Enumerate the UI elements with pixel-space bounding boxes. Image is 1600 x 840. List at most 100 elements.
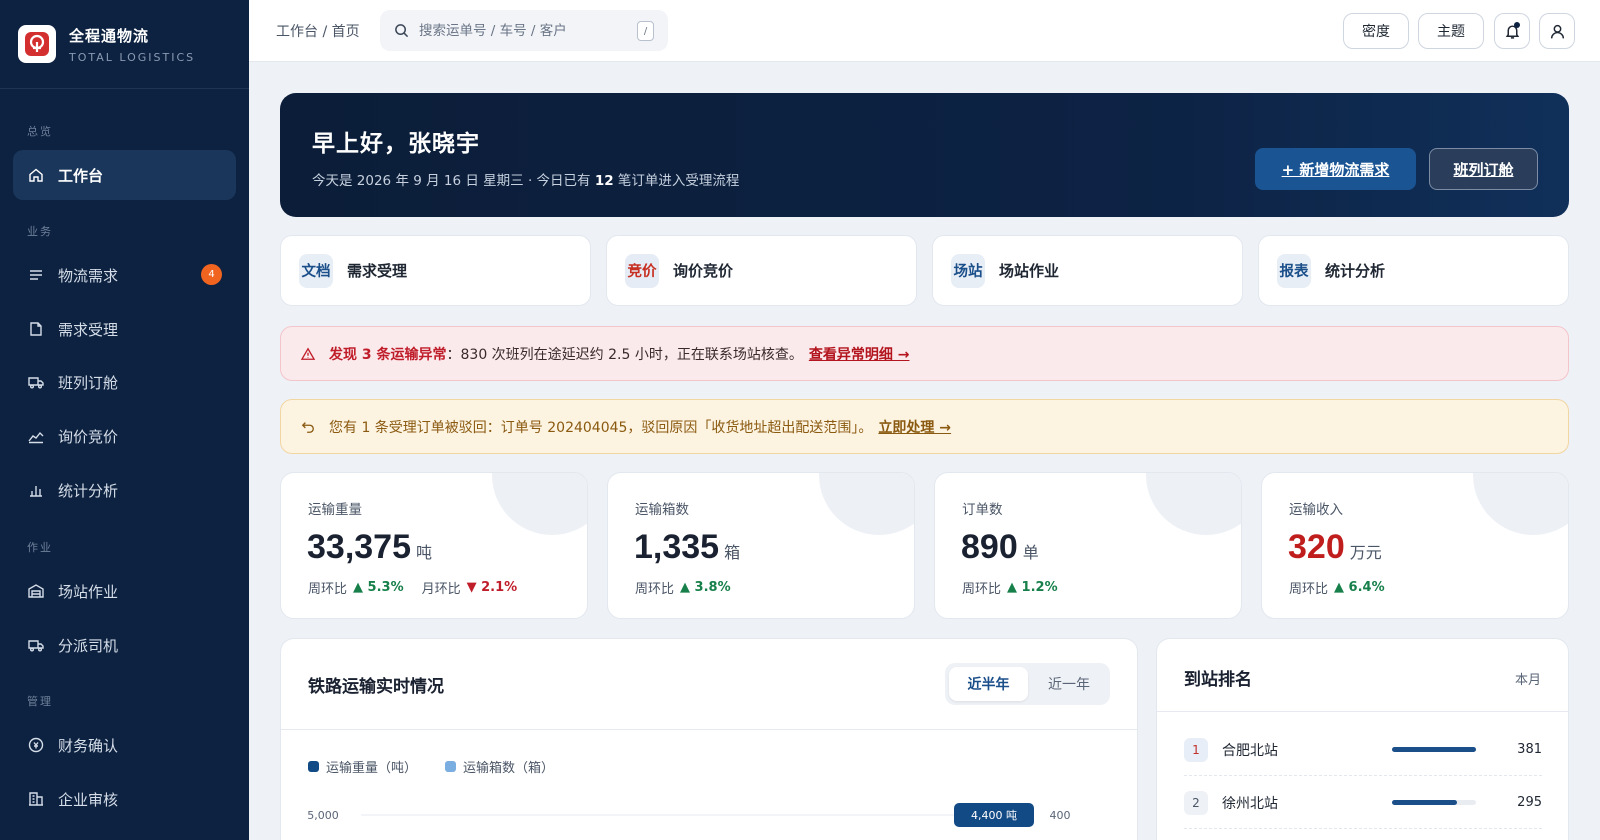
sidebar-item-workbench[interactable]: 工作台 [13,150,236,200]
sidebar-item-label: 分派司机 [58,636,119,655]
add-logistics-demand-button[interactable]: + 新增物流需求 [1255,148,1416,190]
rail-transport-chart-panel: 铁路运输实时情况 近半年 近一年 运输重量（吨） 运输箱数（箱） 5,000 4… [280,638,1138,840]
quick-link-tag: 场站 [951,253,985,288]
handle-now-link[interactable]: 立即处理 → [878,417,951,437]
time-range-switch: 近半年 近一年 [945,663,1110,705]
notification-dot [1514,22,1520,28]
trend-up-value: ▲ 3.8% [680,580,731,595]
sidebar-item-train-booking[interactable]: 班列订舱 [13,357,236,407]
stat-unit: 箱 [724,543,741,562]
station-value: 381 [1517,742,1542,757]
stat-trend: 周环比 ▲ 3.8% [635,580,731,597]
search-icon [395,24,409,38]
trend-up-value: ▲ 1.2% [1007,580,1058,595]
station-ranking-panel: 到站排名 本月 1 合肥北站 381 2 徐州北站 295 [1156,638,1569,840]
sidebar-item-statistics[interactable]: 统计分析 [13,465,236,515]
sidebar-item-label: 询价竞价 [58,427,119,446]
document-icon [30,322,42,336]
sidebar-item-label: 物流需求 [58,266,119,285]
density-button[interactable]: 密度 [1343,13,1409,49]
sidebar-item-label: 工作台 [58,166,104,185]
rank-number: 2 [1184,790,1208,815]
brand[interactable]: 全程通物流 TOTAL LOGISTICS [0,0,249,89]
stat-value: 890 [961,528,1018,566]
truck-icon [28,377,44,389]
sidebar-item-dispatch-driver[interactable]: 分派司机 [13,620,236,670]
quick-link-tag: 竞价 [625,253,659,288]
search-box[interactable]: / [380,10,668,51]
building-icon [29,792,43,806]
coin-icon [28,737,44,753]
alert-message: ：830 次班列在途延迟约 2.5 小时，正在联系场站核查。 [446,346,803,363]
tab-one-year[interactable]: 近一年 [1031,667,1107,701]
quick-link-label: 统计分析 [1325,262,1386,280]
count-badge: 4 [201,264,222,285]
decorative-circle [819,473,914,535]
legend-item-boxes[interactable]: 运输箱数（箱） [445,757,554,776]
stat-trend: 周环比 ▲ 6.4% [1289,580,1385,597]
ranking-period[interactable]: 本月 [1515,669,1541,688]
brand-logo-icon [18,25,56,63]
tab-half-year[interactable]: 近半年 [949,667,1028,701]
welcome-banner: 早上好，张晓宇 今天是 2026 年 9 月 16 日 星期三 · 今日已有 1… [280,93,1569,217]
rank-bar-fill [1392,800,1458,805]
chart-tooltip-label: 4,400 吨 [971,809,1017,822]
user-profile-button[interactable] [1539,13,1575,49]
sidebar-item-label: 班列订舱 [58,373,119,392]
sidebar-item-logistics-demand[interactable]: 物流需求 4 [13,250,236,300]
theme-button[interactable]: 主题 [1418,13,1484,49]
legend-swatch [445,761,457,772]
return-arrow-icon [301,421,314,433]
sidebar-item-finance-confirm[interactable]: 财务确认 [13,720,236,770]
stat-card-order-count[interactable]: 订单数 890 单 周环比 ▲ 1.2% [934,472,1242,619]
trend-icon [28,431,44,444]
quick-link-station-ops[interactable]: 场站 场站作业 [932,235,1243,306]
stat-label: 订单数 [962,502,1003,518]
list-icon [30,270,42,280]
divider [281,729,1137,730]
nav-section-business: 业务 [27,225,53,238]
rank-bar-track [1392,800,1476,805]
quick-link-label: 场站作业 [999,262,1060,280]
quick-link-quote-bidding[interactable]: 竞价 询价竞价 [606,235,917,306]
quick-link-statistics[interactable]: 报表 统计分析 [1258,235,1569,306]
quick-link-demand-accept[interactable]: 文档 需求受理 [280,235,591,306]
greeting-title: 早上好，张晓宇 [312,131,480,157]
stat-card-transport-revenue[interactable]: 运输收入 320 万元 周环比 ▲ 6.4% [1261,472,1569,619]
station-name: 徐州北站 [1222,795,1278,812]
trend-up-value: ▲ 6.4% [1334,580,1385,595]
train-booking-button[interactable]: 班列订舱 [1429,148,1538,190]
sidebar-item-label: 场站作业 [58,582,119,601]
y-left-tick-label: 5,000 [307,809,339,822]
stat-unit: 吨 [416,543,433,562]
stat-label: 运输箱数 [635,502,689,518]
stat-trend: 周环比 ▲ 1.2% [962,580,1058,597]
order-rejected-alert: 您有 1 条受理订单被驳回：订单号 202404045，驳回原因「收货地址超出配… [280,399,1569,454]
decorative-circle [492,473,587,535]
delivery-truck-icon [28,640,44,652]
legend-swatch [308,761,319,772]
stat-card-transport-weight[interactable]: 运输重量 33,375 吨 周环比 ▲ 5.3% 月环比 ▼ 2.1% [280,472,588,619]
rank-number: 1 [1184,737,1208,762]
decorative-circle [1473,473,1568,535]
view-exception-details-link[interactable]: 查看异常明细 → [809,344,910,364]
stat-card-transport-boxes[interactable]: 运输箱数 1,335 箱 周环比 ▲ 3.8% [607,472,915,619]
station-value: 295 [1517,795,1542,810]
quick-link-tag: 文档 [299,253,333,288]
alert-headline: 发现 3 条运输异常 [329,346,447,363]
stat-value: 320 [1288,528,1345,566]
warning-icon [301,346,315,360]
search-input[interactable] [419,22,629,39]
sidebar-item-label: 统计分析 [58,481,119,500]
stat-unit: 万元 [1349,543,1382,562]
notification-button[interactable] [1494,13,1530,49]
breadcrumb[interactable]: 工作台 / 首页 [276,21,360,41]
ranking-row[interactable]: 2 徐州北站 295 [1184,777,1542,829]
ranking-row[interactable]: 1 合肥北站 381 [1184,724,1542,776]
sidebar-item-label: 财务确认 [58,736,119,755]
sidebar-item-demand-accept[interactable]: 需求受理 [13,304,236,354]
sidebar-item-enterprise-review[interactable]: 企业审核 [13,774,236,824]
legend-item-weight[interactable]: 运输重量（吨） [308,757,417,776]
sidebar-item-station-ops[interactable]: 场站作业 [13,566,236,616]
sidebar-item-quote-bidding[interactable]: 询价竞价 [13,411,236,461]
